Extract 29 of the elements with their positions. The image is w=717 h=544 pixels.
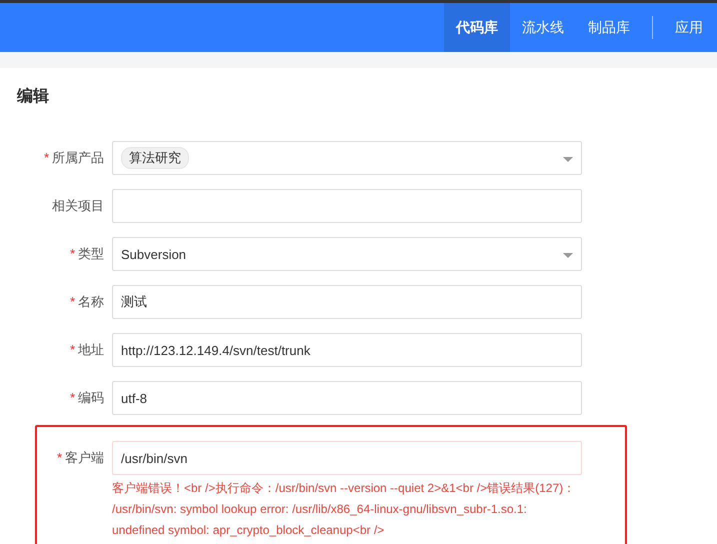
field-label: 编码 [78, 389, 104, 406]
field-label: 相关项目 [52, 197, 104, 214]
apps-link[interactable]: 应用 [663, 3, 717, 52]
required-mark: * [70, 293, 75, 310]
required-mark: * [70, 341, 75, 358]
required-mark: * [70, 245, 75, 262]
input-field[interactable] [112, 189, 582, 223]
caret-icon [563, 253, 573, 258]
input-field[interactable]: 测试 [112, 285, 582, 319]
input-field[interactable]: /usr/bin/svn [112, 441, 582, 475]
caret-icon [563, 157, 573, 162]
input-field[interactable]: http://123.12.149.4/svn/test/trunk [112, 333, 582, 367]
field-label: 客户端 [65, 449, 104, 466]
field-label: 所属产品 [52, 149, 104, 166]
select-field[interactable]: 算法研究 [112, 141, 582, 175]
page-title: 编辑 [17, 86, 49, 107]
nav-tab[interactable]: 流水线 [510, 3, 576, 52]
field-label: 类型 [78, 245, 104, 262]
nav-tab[interactable]: 制品库 [576, 3, 642, 52]
required-mark: * [70, 389, 75, 406]
required-mark: * [56, 449, 62, 466]
product-tag: 算法研究 [121, 147, 189, 169]
error-message: 客户端错误！<br />执行命令：/usr/bin/svn --version --quiet 2>&1<br />错误结果(127)： /usr/bin/svn: symbol lookup error: /usr/lib/x86_64-linux-gnu/libsvn_subr-1.so.1: undefined symbol: apr_crypto_block_cleanup<br /> [112, 480, 576, 539]
nav-tab[interactable]: 代码库 [444, 3, 510, 52]
field-label: 地址 [78, 341, 104, 358]
input-field[interactable]: utf-8 [112, 381, 582, 415]
select-field[interactable]: Subversion [112, 237, 582, 271]
required-mark: * [44, 149, 49, 166]
field-label: 名称 [78, 293, 104, 310]
